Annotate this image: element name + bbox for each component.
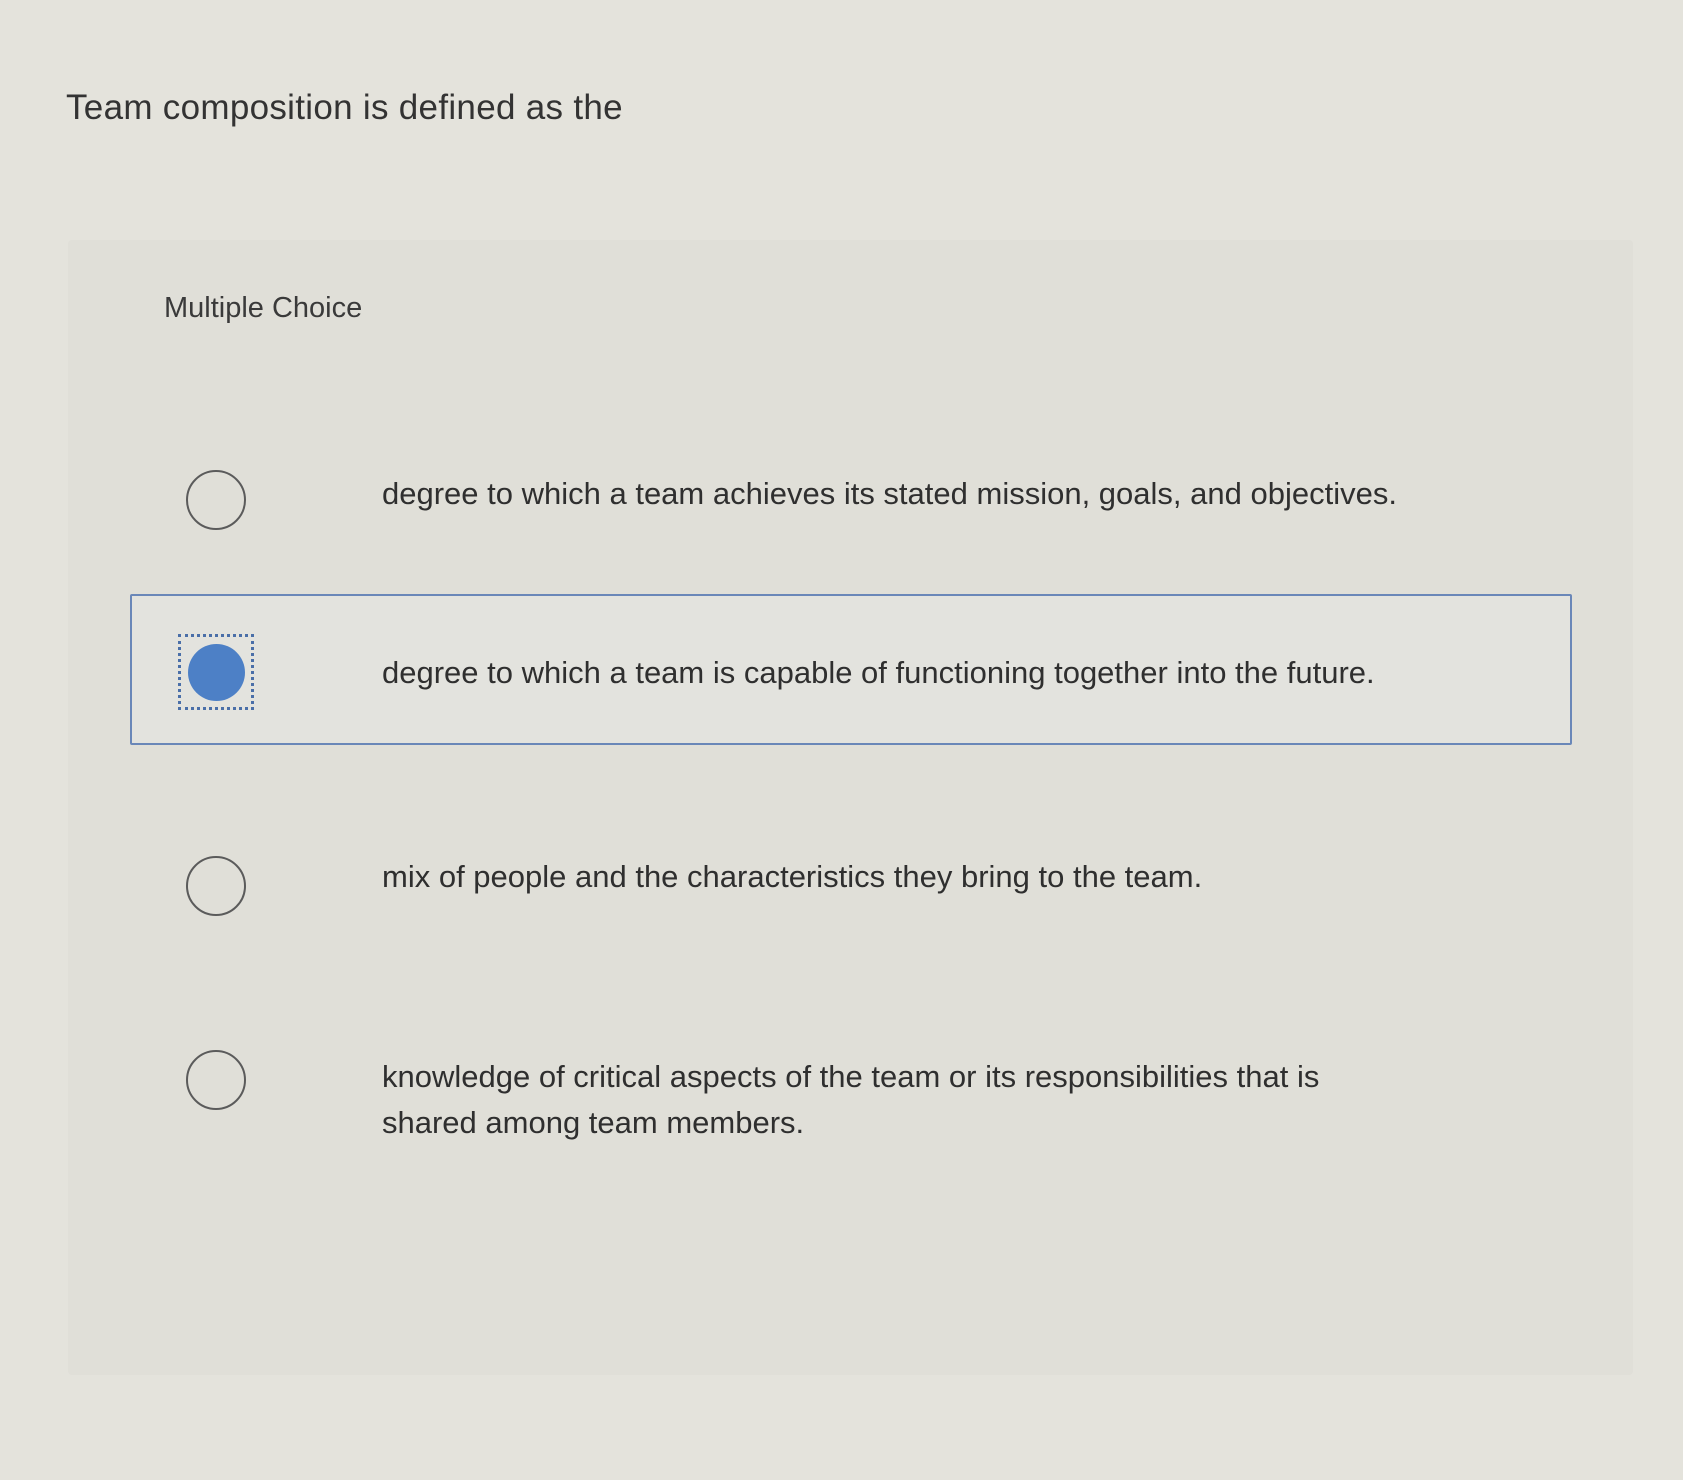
option-1[interactable]: degree to which a team achieves its stat…	[130, 445, 1572, 555]
radio-filled-dot	[188, 644, 245, 701]
option-4[interactable]: knowledge of critical aspects of the tea…	[130, 1030, 1572, 1180]
option-2[interactable]: degree to which a team is capable of fun…	[130, 594, 1572, 745]
question-text: Team composition is defined as the	[66, 88, 623, 127]
option-2-text: degree to which a team is capable of fun…	[382, 655, 1375, 690]
radio-selected-icon[interactable]	[178, 634, 254, 710]
option-3[interactable]: mix of people and the characteristics th…	[130, 830, 1572, 940]
radio-unselected-icon[interactable]	[186, 1050, 246, 1110]
radio-unselected-icon[interactable]	[186, 470, 246, 530]
option-4-text: knowledge of critical aspects of the tea…	[382, 1059, 1320, 1140]
multiple-choice-panel: Multiple Choice degree to which a team a…	[68, 240, 1633, 1375]
radio-unselected-icon[interactable]	[186, 856, 246, 916]
option-1-text: degree to which a team achieves its stat…	[382, 476, 1397, 511]
option-3-text: mix of people and the characteristics th…	[382, 859, 1203, 894]
options-list: degree to which a team achieves its stat…	[68, 240, 1633, 1375]
